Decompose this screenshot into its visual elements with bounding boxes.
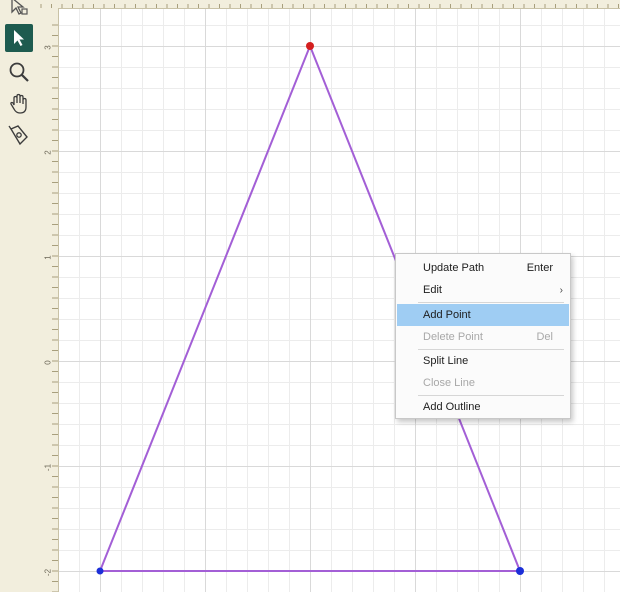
horizontal-ruler — [38, 0, 620, 9]
node-select-tool[interactable] — [5, 0, 33, 20]
ruler-label: 2 — [43, 150, 53, 155]
menu-item-label: Delete Point — [423, 331, 483, 343]
node-select-icon — [11, 0, 28, 15]
menu-item-label: Close Line — [423, 377, 475, 389]
menu-item-label: Edit — [423, 284, 442, 296]
menu-item-add-point[interactable]: Add Point — [397, 304, 569, 326]
menu-item-shortcut: Del — [536, 331, 553, 343]
menu-item-label: Update Path — [423, 262, 485, 274]
ruler-label: 1 — [43, 255, 53, 260]
magnifier-zoom-icon — [9, 62, 29, 82]
menu-item-update-path[interactable]: Update Path Enter — [397, 257, 569, 279]
menu-item-split-line[interactable]: Split Line — [397, 350, 569, 372]
ruler-label: 0 — [43, 360, 53, 365]
menu-item-label: Add Point — [423, 309, 471, 321]
menu-item-label: Add Outline — [423, 401, 481, 413]
ruler-label: -2 — [43, 568, 53, 577]
pointer-tool[interactable] — [5, 24, 33, 52]
menu-item-add-outline[interactable]: Add Outline — [397, 396, 569, 418]
menu-item-edit[interactable]: Edit › — [397, 279, 569, 301]
context-menu: Update Path Enter Edit › Add Point Delet… — [395, 253, 571, 419]
menu-separator — [418, 302, 564, 303]
vertical-ruler: 3 2 1 0 -1 -2 — [38, 8, 59, 592]
pointer-arrow-icon — [14, 30, 24, 46]
menu-item-delete-point[interactable]: Delete Point Del — [397, 326, 569, 348]
menu-item-close-line[interactable]: Close Line — [397, 372, 569, 394]
ruler-label: 3 — [43, 45, 53, 50]
tool-palette — [0, 0, 39, 592]
pan-tool[interactable] — [5, 90, 33, 118]
pen-path-icon — [8, 125, 28, 146]
pen-path-tool[interactable] — [5, 121, 33, 149]
zoom-tool[interactable] — [5, 58, 33, 86]
submenu-chevron-icon: › — [559, 284, 563, 296]
ruler-label: -1 — [43, 463, 53, 472]
menu-item-label: Split Line — [423, 355, 469, 367]
menu-item-shortcut: Enter — [526, 262, 553, 274]
hand-pan-icon — [10, 93, 27, 114]
